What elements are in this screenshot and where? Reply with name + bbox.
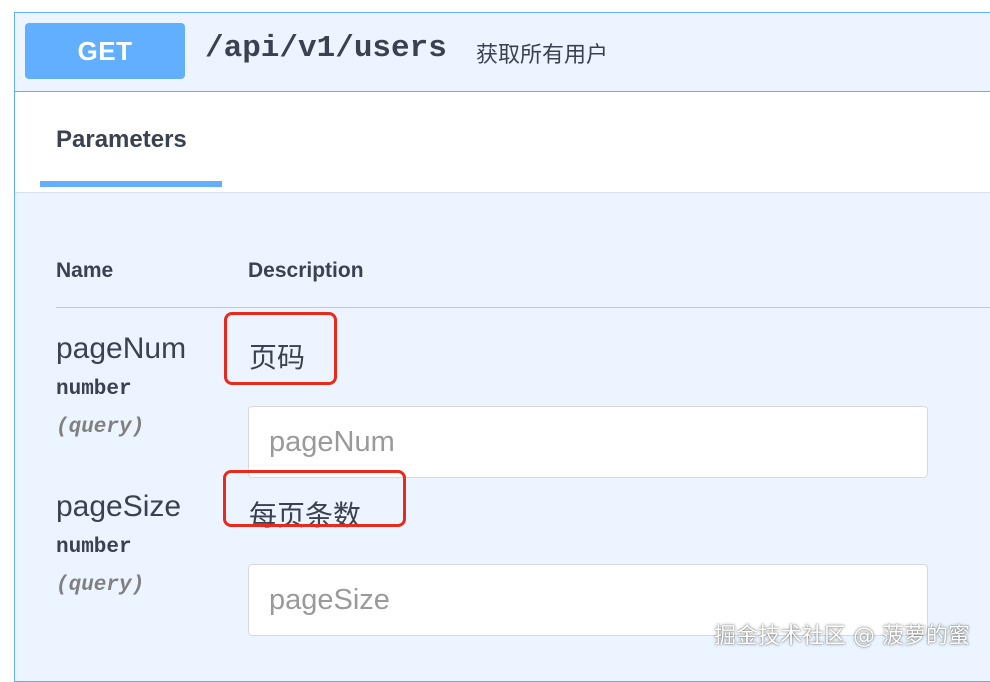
annotation-highlight-box [224,312,337,385]
operation-summary[interactable]: GET /api/v1/users 获取所有用户 [15,13,990,92]
operation-block: GET /api/v1/users 获取所有用户 Parameters Name… [14,12,990,682]
column-header-description: Description [248,259,364,282]
parameters-table: Name Description pageNum number (query) … [15,193,990,681]
http-method-badge: GET [25,23,185,79]
tab-active-indicator [40,181,222,187]
pagenum-input[interactable] [248,406,928,478]
parameter-type: number [56,378,132,401]
parameter-location: (query) [56,416,145,439]
header-divider [56,307,990,308]
watermark: 掘金技术社区 @ 菠萝的蜜 [714,624,970,649]
tab-parameters[interactable]: Parameters [40,92,222,187]
tab-header: Parameters [15,92,990,192]
operation-description: 获取所有用户 [476,43,609,68]
parameter-name: pageSize [56,490,182,523]
tab-label: Parameters [56,126,187,153]
column-header-name: Name [56,259,114,282]
parameter-row-pagenum: pageNum number (query) 页码 [15,312,990,482]
parameter-location: (query) [56,574,145,597]
parameter-name: pageNum [56,332,187,365]
parameter-type: number [56,536,132,559]
annotation-highlight-box [223,470,406,527]
endpoint-path: /api/v1/users [205,31,447,66]
